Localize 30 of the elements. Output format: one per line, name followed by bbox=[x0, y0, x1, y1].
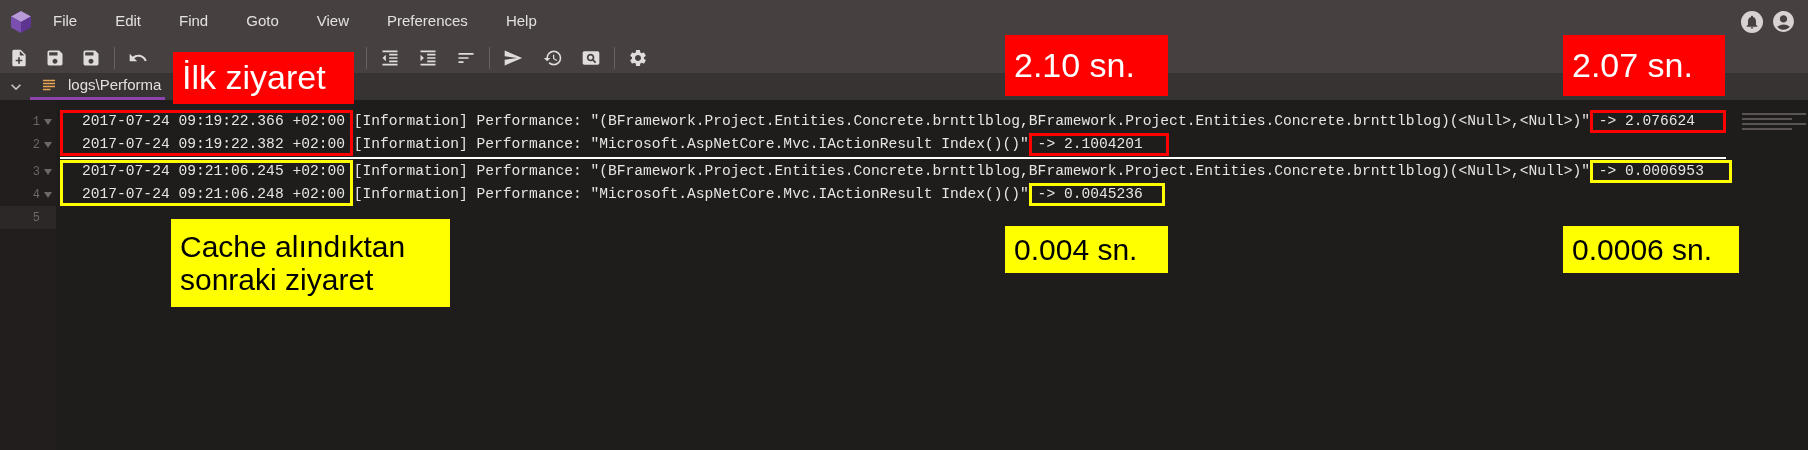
fold-arrow-icon[interactable] bbox=[44, 191, 52, 198]
code-line: 2017-07-24 09:19:22.366 +02:00 [Information] Performance: "(BFramework.Project.Entities.Concrete.brnttlblog,BFramework.Project.Entities.Concrete.brnttlblog)(<Null>,<Null>)" -> 2.076624 bbox=[82, 113, 1696, 130]
code-line: 2017-07-24 09:19:22.382 +02:00 [Information] Performance: "Microsoft.AspNetCore.Mvc.IActionResult Index()()" -> 2.1004201 bbox=[82, 136, 1143, 153]
callout-label: 0.004 sn. bbox=[1005, 226, 1168, 273]
menu-item[interactable]: Help bbox=[505, 10, 537, 33]
callout-label: 2.10 sn. bbox=[1005, 35, 1168, 96]
callout-label: 2.07 sn. bbox=[1563, 35, 1725, 96]
line-number: 4 bbox=[32, 186, 40, 204]
line-number: 5 bbox=[32, 209, 40, 227]
cube-logo-icon bbox=[10, 9, 32, 34]
callout-label: 0.0006 sn. bbox=[1563, 226, 1739, 273]
notifications-icon[interactable] bbox=[1741, 10, 1763, 33]
fold-arrow-icon[interactable] bbox=[44, 141, 52, 148]
line-number: 3 bbox=[32, 163, 40, 181]
code-line: 2017-07-24 09:21:06.248 +02:00 [Information] Performance: "Microsoft.AspNetCore.Mvc.IActionResult Index()()" -> 0.0045236 bbox=[82, 186, 1143, 203]
callout-label: İlk ziyaret bbox=[173, 52, 354, 104]
menu-item[interactable]: Find bbox=[179, 10, 209, 33]
line-number: 1 bbox=[32, 113, 40, 131]
menu-item[interactable]: Edit bbox=[115, 10, 142, 33]
menu-item[interactable]: Preferences bbox=[387, 10, 468, 33]
line-number: 2 bbox=[32, 136, 40, 154]
fold-arrow-icon[interactable] bbox=[44, 118, 52, 125]
menu-item[interactable]: View bbox=[316, 10, 349, 33]
account-icon[interactable] bbox=[1771, 9, 1796, 34]
menu-item[interactable]: File bbox=[53, 10, 78, 33]
minimap-drawing bbox=[1742, 112, 1806, 132]
fold-arrow-icon[interactable] bbox=[44, 168, 52, 175]
code-line: 2017-07-24 09:21:06.245 +02:00 [Information] Performance: "(BFramework.Project.Entities.Concrete.brnttlblog,BFramework.Project.Entities.Concrete.brnttlblog)(<Null>,<Null>)" -> 0.0006953 bbox=[82, 163, 1704, 180]
callout-label: Cache alındıktan sonraki ziyaret bbox=[171, 219, 450, 307]
menu-item[interactable]: Goto bbox=[246, 10, 279, 33]
